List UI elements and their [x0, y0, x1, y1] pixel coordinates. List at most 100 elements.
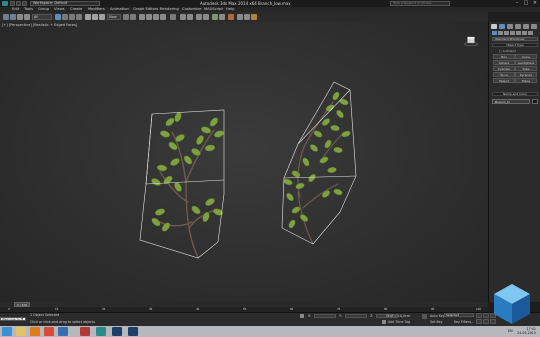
helpers-icon[interactable]: [516, 31, 521, 35]
search-input[interactable]: Type a keyword or phrase: [390, 1, 450, 6]
perspective-viewport[interactable]: [+] [Perspective] [Realistic + Edged Fac…: [0, 22, 488, 302]
cone-button[interactable]: Cone: [515, 54, 537, 59]
teapot-button[interactable]: Teapot: [493, 78, 515, 83]
render-icon[interactable]: [251, 14, 257, 20]
language-indicator[interactable]: EN: [508, 329, 513, 333]
branch-model-left[interactable]: [139, 109, 225, 259]
object-color-swatch[interactable]: [532, 99, 538, 104]
start-button-icon[interactable]: [2, 327, 12, 336]
render-setup-icon[interactable]: [237, 14, 243, 20]
geosphere-button[interactable]: GeoSphere: [515, 60, 537, 65]
motion-tab-icon[interactable]: [515, 24, 521, 29]
zoom-icon[interactable]: [476, 319, 482, 324]
key-icon[interactable]: [422, 314, 427, 319]
window-crossing-icon[interactable]: [76, 14, 82, 20]
taskbar-3dsmax-icon[interactable]: [96, 327, 106, 336]
command-panel: Standard Primitives Object Type □ AutoGr…: [488, 22, 540, 302]
taskbar-photoshop-icon-2[interactable]: [128, 327, 138, 336]
name-and-color-rollout[interactable]: Name and Color: [492, 92, 538, 96]
lock-selection-icon[interactable]: [300, 314, 304, 318]
create-tab-icon[interactable]: [491, 24, 497, 29]
sphere-button[interactable]: Sphere: [493, 60, 515, 65]
object-type-rollout[interactable]: Object Type: [492, 43, 538, 47]
taskbar-media-player-icon[interactable]: [30, 327, 40, 336]
curve-editor-icon[interactable]: [212, 14, 218, 20]
shapes-icon[interactable]: [498, 31, 503, 35]
percent-snap-icon[interactable]: [153, 14, 159, 20]
minimize-icon[interactable]: –: [513, 0, 521, 6]
snaps-toggle-icon[interactable]: [139, 14, 145, 20]
pyramid-button[interactable]: Pyramid: [515, 72, 537, 77]
rendered-frame-icon[interactable]: [244, 14, 250, 20]
tube-button[interactable]: Tube: [515, 66, 537, 71]
rotate-icon[interactable]: [92, 14, 98, 20]
add-time-tag-icon[interactable]: [382, 320, 386, 324]
key-filters-button[interactable]: Key Filters...: [454, 320, 474, 324]
taskbar-chrome-icon[interactable]: [44, 327, 54, 336]
object-name-field[interactable]: Branch_lil: [492, 99, 530, 104]
material-editor-icon[interactable]: [228, 14, 234, 20]
cylinder-button[interactable]: Cylinder: [493, 66, 515, 71]
box-button[interactable]: Box: [493, 54, 515, 59]
selection-filter-dropdown[interactable]: All: [32, 14, 52, 20]
tick-label-50: 50: [243, 308, 247, 311]
selection-region-icon[interactable]: [69, 14, 75, 20]
go-to-start-icon[interactable]: [476, 313, 482, 318]
maximize-icon[interactable]: □: [522, 0, 530, 6]
branch-model-right[interactable]: [281, 81, 357, 245]
modify-tab-icon[interactable]: [499, 24, 505, 29]
set-key-button[interactable]: Set Key: [430, 320, 442, 324]
category-dropdown[interactable]: Standard Primitives: [492, 37, 538, 41]
taskbar-explorer-icon[interactable]: [16, 327, 26, 336]
named-selection-icon[interactable]: [170, 14, 176, 20]
lights-icon[interactable]: [504, 31, 509, 35]
schematic-view-icon[interactable]: [219, 14, 225, 20]
align-icon[interactable]: [187, 14, 193, 20]
layer-manager-icon[interactable]: [196, 14, 202, 20]
select-by-name-icon[interactable]: [62, 14, 68, 20]
geometry-icon[interactable]: [492, 31, 497, 35]
systems-icon[interactable]: [528, 31, 533, 35]
add-time-tag-text[interactable]: Add Time Tag: [388, 320, 410, 324]
y-label: Y:: [339, 314, 342, 318]
play-icon[interactable]: [483, 313, 489, 318]
cameras-icon[interactable]: [510, 31, 515, 35]
manipulate-icon[interactable]: [130, 14, 136, 20]
workspace-dropdown[interactable]: Workspace: Default: [30, 1, 100, 6]
system-clock[interactable]: 17:41 24.05.2015: [517, 327, 536, 335]
taskbar-photoshop-icon[interactable]: [112, 327, 122, 336]
close-icon[interactable]: ×: [531, 0, 539, 6]
mirror-icon[interactable]: [180, 14, 186, 20]
taskbar-app-icon[interactable]: [80, 327, 90, 336]
y-coordinate-field[interactable]: [345, 314, 367, 318]
reference-coordinate-dropdown[interactable]: View: [107, 14, 121, 20]
torus-button[interactable]: Torus: [493, 72, 515, 77]
spacewarps-icon[interactable]: [522, 31, 527, 35]
spinner-snap-icon[interactable]: [160, 14, 166, 20]
open-file-icon[interactable]: [16, 1, 21, 6]
taskbar-firefox-icon[interactable]: [58, 327, 68, 336]
display-tab-icon[interactable]: [523, 24, 529, 29]
plane-button[interactable]: Plane: [515, 78, 537, 83]
move-icon[interactable]: [85, 14, 91, 20]
link-icon[interactable]: [17, 14, 23, 20]
graphite-toggle-icon[interactable]: [203, 14, 209, 20]
pan-icon[interactable]: [483, 319, 489, 324]
select-object-icon[interactable]: [55, 14, 61, 20]
unlink-icon[interactable]: [24, 14, 30, 20]
angle-snap-icon[interactable]: [146, 14, 152, 20]
auto-key-button[interactable]: Auto Key: [430, 314, 445, 318]
scale-icon[interactable]: [99, 14, 105, 20]
maxscript-listener[interactable]: Welcome to M: [0, 317, 26, 321]
pivot-icon[interactable]: [123, 14, 129, 20]
save-file-icon[interactable]: [22, 1, 27, 6]
new-file-icon[interactable]: [10, 1, 15, 6]
undo-icon[interactable]: [3, 14, 9, 20]
utilities-tab-icon[interactable]: [531, 24, 537, 29]
x-coordinate-field[interactable]: [314, 314, 336, 318]
selected-dropdown[interactable]: Selected: [444, 313, 474, 317]
autogrid-checkbox[interactable]: □ AutoGrid: [499, 49, 516, 53]
redo-icon[interactable]: [10, 14, 16, 20]
app-logo-icon[interactable]: [2, 1, 8, 6]
hierarchy-tab-icon[interactable]: [507, 24, 513, 29]
